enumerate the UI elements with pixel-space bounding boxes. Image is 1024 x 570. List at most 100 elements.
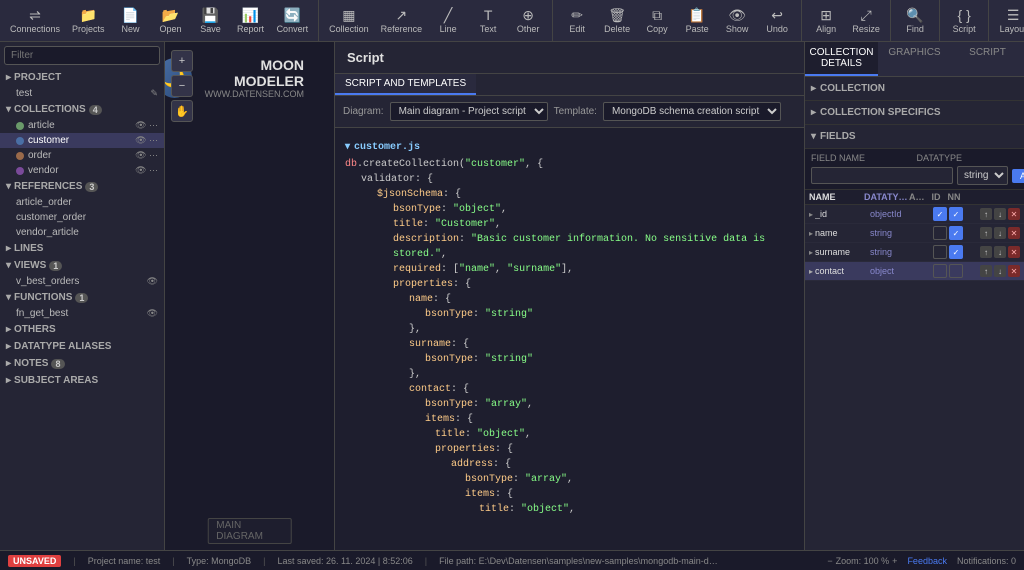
code-line: validator: {	[345, 172, 794, 187]
sidebar-item-order[interactable]: order 👁 ⋯	[0, 148, 164, 163]
canvas-area[interactable]: + − ✋ Diagram created for MongoDB® Datab…	[165, 42, 334, 550]
move-down-button[interactable]: ↓	[994, 227, 1006, 239]
convert-button[interactable]: 🔄 Convert	[273, 3, 313, 39]
open-button[interactable]: 📂 Open	[153, 3, 189, 39]
move-up-button[interactable]: ↑	[980, 227, 992, 239]
sidebar-item-article-order[interactable]: article_order	[0, 195, 164, 210]
dot-icon	[16, 122, 24, 130]
move-up-button[interactable]: ↑	[980, 246, 992, 258]
show-button[interactable]: 👁 Show	[719, 3, 755, 39]
tab-graphics[interactable]: GRAPHICS	[878, 42, 951, 76]
sidebar-item-customer[interactable]: customer 👁 ⋯	[0, 133, 164, 148]
sidebar-item-test[interactable]: test ✎	[0, 86, 164, 101]
delete-field-button[interactable]: ✕	[1008, 227, 1020, 239]
text-button[interactable]: T Text	[470, 3, 506, 39]
save-icon: 💾	[202, 8, 219, 22]
diagram-select[interactable]: Main diagram - Project script	[390, 102, 548, 121]
script-code-area[interactable]: ▾ customer.js db.createCollection("custo…	[335, 128, 804, 550]
notifications-label[interactable]: Notifications: 0	[957, 556, 1016, 566]
zoom-in-icon[interactable]: +	[892, 556, 897, 566]
chevron-icon: ▾	[6, 181, 11, 192]
save-button[interactable]: 💾 Save	[193, 3, 229, 39]
last-saved: Last saved: 26. 11. 2024 | 8:52:06	[277, 556, 412, 566]
script-icon: { }	[958, 8, 971, 22]
paste-icon: 📋	[688, 8, 705, 22]
align-button[interactable]: ⊞ Align	[808, 3, 844, 39]
layout-button[interactable]: ☰ Layout	[995, 3, 1024, 39]
undo-button[interactable]: ↩ Undo	[759, 3, 795, 39]
sidebar-section-subject-areas[interactable]: ▸ SUBJECT AREAS	[0, 372, 164, 389]
collection-section-header[interactable]: ▸ COLLECTION	[811, 81, 1018, 96]
delete-field-button[interactable]: ✕	[1008, 265, 1020, 277]
new-button[interactable]: 📄 New	[113, 3, 149, 39]
zoom-out-icon[interactable]: −	[827, 556, 832, 566]
script-tabs: SCRIPT AND TEMPLATES	[335, 74, 804, 96]
sidebar-item-article[interactable]: article 👁 ⋯	[0, 118, 164, 133]
fields-section-header[interactable]: ▾ FIELDS	[811, 129, 1018, 144]
feedback-link[interactable]: Feedback	[907, 556, 947, 566]
code-line: bsonType: "object",	[345, 202, 794, 217]
visibility-icons: 👁 ⋯	[135, 150, 158, 161]
chevron-icon: ▸	[6, 243, 11, 254]
delete-field-button[interactable]: ✕	[1008, 246, 1020, 258]
hand-tool-button[interactable]: ✋	[171, 100, 193, 122]
field-name-input[interactable]	[811, 167, 953, 184]
projects-button[interactable]: 📁 Projects	[68, 3, 109, 39]
code-line: bsonType: "array",	[345, 472, 794, 487]
script-toolbar-button[interactable]: { } Script	[946, 3, 982, 39]
collection-button[interactable]: ▦ Collection	[325, 3, 373, 39]
delete-button[interactable]: 🗑 Delete	[599, 3, 635, 39]
fields-row-name[interactable]: ▸ name string ✓ ↑ ↓ ✕	[805, 224, 1024, 243]
line-icon: ╱	[444, 8, 452, 22]
sidebar-section-views[interactable]: ▾ VIEWS 1	[0, 257, 164, 274]
search-input[interactable]	[4, 46, 160, 65]
sidebar-item-vendor-article[interactable]: vendor_article	[0, 225, 164, 240]
sidebar-section-notes[interactable]: ▸ NOTES 8	[0, 355, 164, 372]
move-up-button[interactable]: ↑	[980, 208, 992, 220]
move-down-button[interactable]: ↓	[994, 265, 1006, 277]
reference-button[interactable]: ↗ Reference	[377, 3, 427, 39]
move-up-button[interactable]: ↑	[980, 265, 992, 277]
sidebar-section-collections[interactable]: ▾ COLLECTIONS 4	[0, 101, 164, 118]
move-down-button[interactable]: ↓	[994, 246, 1006, 258]
sidebar-item-vendor[interactable]: vendor 👁 ⋯	[0, 163, 164, 178]
add-field-button[interactable]: Add	[1012, 169, 1024, 183]
sidebar-section-references[interactable]: ▾ REFERENCES 3	[0, 178, 164, 195]
sidebar-section-functions[interactable]: ▾ FUNCTIONS 1	[0, 289, 164, 306]
sidebar-section-others[interactable]: ▸ OTHERS	[0, 321, 164, 338]
fields-row-surname[interactable]: ▸ surname string ✓ ↑ ↓ ✕	[805, 243, 1024, 262]
find-button[interactable]: 🔍 Find	[897, 3, 933, 39]
fields-table: ▸ _id objectId ✓ ✓ ↑ ↓ ✕ ▸ name string ✓	[805, 205, 1024, 281]
tab-script-templates[interactable]: SCRIPT AND TEMPLATES	[335, 74, 476, 95]
script-controls: Diagram: Main diagram - Project script T…	[335, 96, 804, 128]
edit-button[interactable]: ✏ Edit	[559, 3, 595, 39]
nn-checkbox: ✓	[949, 226, 963, 240]
sidebar-section-datatype-aliases[interactable]: ▸ DATATYPE ALIASES	[0, 338, 164, 355]
fields-row-contact[interactable]: ▸ contact object ↑ ↓ ✕	[805, 262, 1024, 281]
line-button[interactable]: ╱ Line	[430, 3, 466, 39]
report-button[interactable]: 📊 Report	[233, 3, 269, 39]
zoom-in-button[interactable]: +	[171, 50, 193, 72]
sidebar-section-project[interactable]: ▸ PROJECT	[0, 69, 164, 86]
tab-collection-details[interactable]: COLLECTION DETAILS	[805, 42, 878, 76]
copy-button[interactable]: ⧉ Copy	[639, 3, 675, 39]
collection-specifics-header[interactable]: ▸ COLLECTION SPECIFICS	[811, 105, 1018, 120]
resize-button[interactable]: ⤢ Resize	[848, 3, 884, 39]
sidebar-section-lines[interactable]: ▸ LINES	[0, 240, 164, 257]
template-select[interactable]: MongoDB schema creation script	[603, 102, 781, 121]
connections-button[interactable]: ⇌ Connections	[6, 3, 64, 39]
sidebar-item-fn-get-best[interactable]: fn_get_best 👁	[0, 306, 164, 321]
project-type: Type: MongoDB	[187, 556, 252, 566]
sidebar-item-v-best-orders[interactable]: v_best_orders 👁	[0, 274, 164, 289]
main-area: ▸ PROJECT test ✎ ▾ COLLECTIONS 4 article…	[0, 42, 1024, 550]
delete-field-button[interactable]: ✕	[1008, 208, 1020, 220]
paste-button[interactable]: 📋 Paste	[679, 3, 715, 39]
fields-row-id[interactable]: ▸ _id objectId ✓ ✓ ↑ ↓ ✕	[805, 205, 1024, 224]
zoom-out-button[interactable]: −	[171, 75, 193, 97]
sidebar-item-customer-order[interactable]: customer_order	[0, 210, 164, 225]
other-button[interactable]: ⊕ Other	[510, 3, 546, 39]
report-icon: 📊	[242, 8, 259, 22]
datatype-select[interactable]: string	[957, 166, 1008, 185]
move-down-button[interactable]: ↓	[994, 208, 1006, 220]
tab-script[interactable]: SCRIPT	[951, 42, 1024, 76]
